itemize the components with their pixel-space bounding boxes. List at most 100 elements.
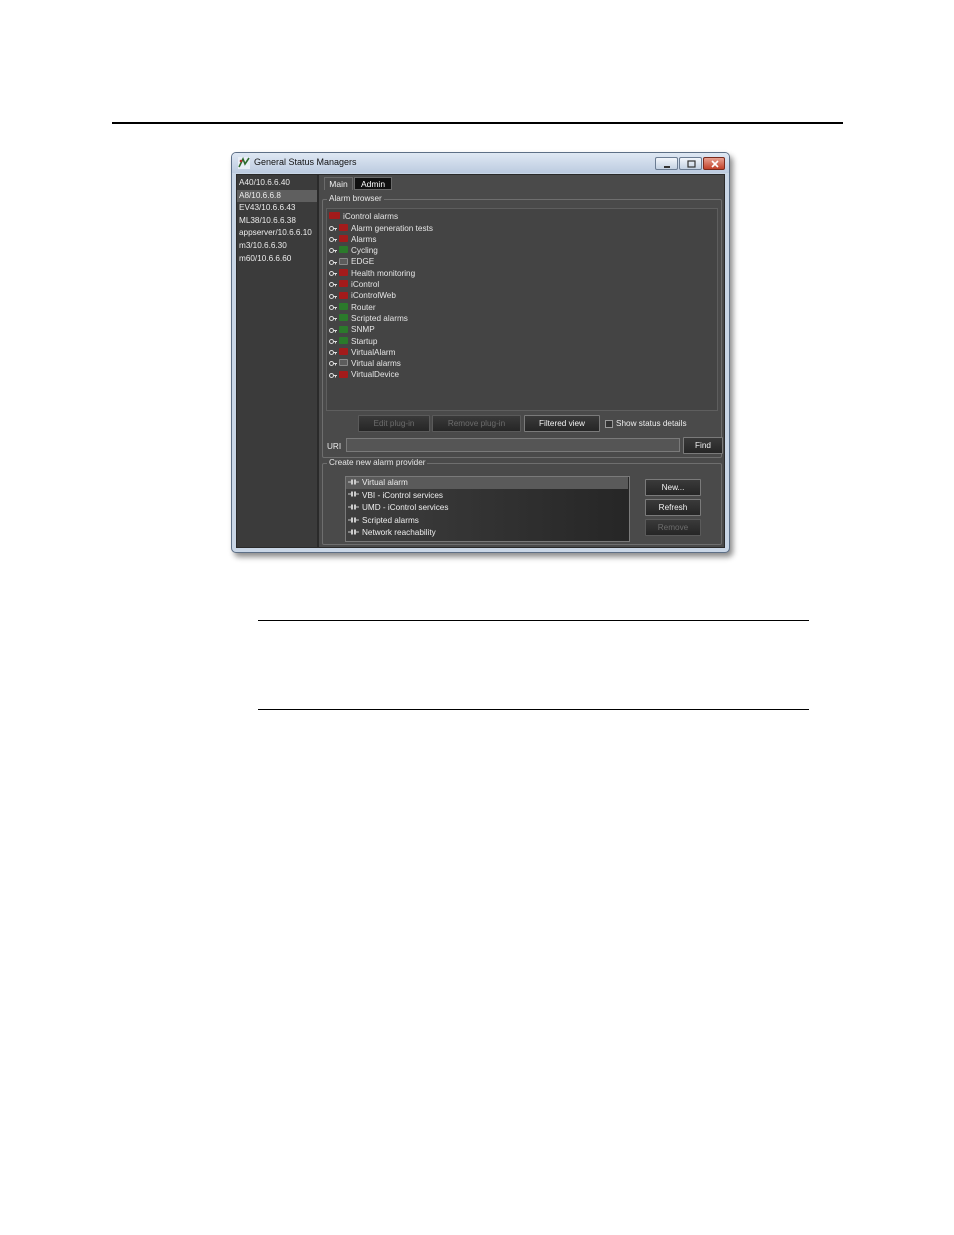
server-item[interactable]: A8/10.6.6.8 xyxy=(237,189,317,202)
show-status-details-label: Show status details xyxy=(616,419,687,428)
title-bar[interactable]: General Status Managers xyxy=(232,153,729,173)
folder-icon xyxy=(339,291,348,299)
expand-key-icon[interactable] xyxy=(329,224,337,231)
tree-node[interactable]: VirtualAlarm xyxy=(329,347,395,358)
provider-item[interactable]: Virtual alarm xyxy=(346,477,628,489)
tree-node-label: Scripted alarms xyxy=(351,313,408,323)
uri-input[interactable] xyxy=(346,438,680,452)
expand-key-icon[interactable] xyxy=(329,269,337,277)
remove-plugin-button[interactable]: Remove plug-in xyxy=(432,415,521,432)
folder-icon xyxy=(339,257,348,265)
plug-icon xyxy=(348,490,359,498)
tree-node[interactable]: SNMP xyxy=(329,324,375,335)
maximize-button[interactable] xyxy=(679,157,702,170)
folder-icon xyxy=(339,370,348,378)
tree-node-label: EDGE xyxy=(351,257,375,267)
server-item[interactable]: ML38/10.6.6.38 xyxy=(237,215,317,227)
server-item[interactable]: EV43/10.6.6.43 xyxy=(237,202,317,214)
plug-icon xyxy=(348,516,359,524)
expand-key-icon[interactable] xyxy=(329,292,337,299)
folder-icon xyxy=(339,314,348,322)
page-header-rule xyxy=(112,122,843,124)
tree-node[interactable]: iControl xyxy=(329,279,379,290)
server-item[interactable]: appserver/10.6.6.10 xyxy=(237,227,317,239)
server-item[interactable]: m3/10.6.6.30 xyxy=(237,240,317,252)
expand-key-icon[interactable] xyxy=(329,303,337,310)
tree-node[interactable]: Alarms xyxy=(329,234,376,245)
general-status-managers-window: General Status Managers A40/10.6.6.40 A8/… xyxy=(231,152,730,553)
provider-item-label: Scripted alarms xyxy=(362,515,419,525)
tree-node-label: Router xyxy=(351,302,376,312)
tree-node[interactable]: Virtual alarms xyxy=(329,358,401,369)
edit-plugin-button[interactable]: Edit plug-in xyxy=(358,415,430,432)
expand-key-icon[interactable] xyxy=(329,359,337,367)
folder-icon xyxy=(339,302,348,310)
tab-main[interactable]: Main xyxy=(324,177,353,190)
expand-key-icon[interactable] xyxy=(329,348,337,356)
tree-node-label: Cycling xyxy=(351,246,378,256)
server-list[interactable]: A40/10.6.6.40 A8/10.6.6.8 EV43/10.6.6.43 ML… xyxy=(237,175,319,547)
expand-key-icon[interactable] xyxy=(329,235,337,243)
tree-node[interactable]: Startup xyxy=(329,336,377,347)
provider-list[interactable]: Virtual alarm VBI - iControl services UMD … xyxy=(345,476,630,542)
tree-node[interactable]: Scripted alarms xyxy=(329,313,408,324)
tree-root-icontrol-alarms[interactable]: iControl alarms xyxy=(329,211,398,222)
plug-icon xyxy=(348,528,359,536)
folder-icon xyxy=(339,223,348,231)
minimize-button[interactable] xyxy=(655,157,678,170)
folder-icon xyxy=(339,280,348,288)
tree-node[interactable]: Router xyxy=(329,302,376,313)
provider-item[interactable]: UMD - iControl services xyxy=(346,502,628,514)
tree-node[interactable]: iControlWeb xyxy=(329,290,396,301)
tree-node-label: Health monitoring xyxy=(351,268,416,278)
window-title: General Status Managers xyxy=(254,157,357,167)
remove-provider-button[interactable]: Remove xyxy=(645,519,701,536)
tab-admin[interactable]: Admin xyxy=(354,177,392,190)
create-alarm-provider-label: Create new alarm provider xyxy=(327,458,428,468)
close-button[interactable] xyxy=(703,157,725,170)
minimize-icon xyxy=(664,166,670,168)
provider-item[interactable]: Network reachability xyxy=(346,527,628,539)
provider-item-label: Network reachability xyxy=(362,528,436,538)
expand-key-icon[interactable] xyxy=(329,280,337,288)
filtered-view-button[interactable]: Filtered view xyxy=(524,415,600,432)
note-top-rule xyxy=(258,620,809,621)
refresh-button[interactable]: Refresh xyxy=(645,499,701,516)
expand-key-icon[interactable] xyxy=(329,337,337,344)
tree-node[interactable]: EDGE xyxy=(329,256,374,267)
server-item[interactable]: m60/10.6.6.60 xyxy=(237,253,317,265)
tree-node-label: iControl xyxy=(351,280,380,289)
alarm-tree[interactable]: iControl alarms Alarm generation tests Al… xyxy=(326,208,718,411)
tree-node[interactable]: VirtualDevice xyxy=(329,369,399,380)
tree-node-label: VirtualDevice xyxy=(351,370,400,380)
create-alarm-provider-group: Create new alarm provider Virtual alarm V… xyxy=(322,458,722,545)
provider-item-label: UMD - iControl services xyxy=(362,503,449,513)
show-status-details-checkbox[interactable] xyxy=(605,420,613,428)
uri-label: URI xyxy=(327,442,342,451)
app-icon xyxy=(238,157,250,169)
provider-item[interactable]: VBI - iControl services xyxy=(346,490,628,502)
new-provider-button[interactable]: New... xyxy=(645,479,701,496)
tree-node[interactable]: Cycling xyxy=(329,245,378,256)
tree-node-label: Virtual alarms xyxy=(351,359,401,369)
expand-key-icon[interactable] xyxy=(329,258,337,265)
provider-item-label: Virtual alarm xyxy=(362,478,408,487)
folder-icon xyxy=(339,348,348,356)
find-button[interactable]: Find xyxy=(683,437,723,454)
note-bottom-rule xyxy=(258,709,809,710)
alarm-browser-label: Alarm browser xyxy=(327,194,384,204)
expand-key-icon[interactable] xyxy=(329,314,337,322)
expand-key-icon[interactable] xyxy=(329,246,337,254)
server-item[interactable]: A40/10.6.6.40 xyxy=(237,177,317,189)
maximize-icon xyxy=(687,160,696,168)
folder-icon xyxy=(339,246,348,254)
tree-node[interactable]: Health monitoring xyxy=(329,268,415,279)
tree-node-label: SNMP xyxy=(351,325,375,335)
tree-node[interactable]: Alarm generation tests xyxy=(329,223,433,234)
provider-item[interactable]: Scripted alarms xyxy=(346,515,628,527)
tree-node-label: iControlWeb xyxy=(351,291,396,301)
tree-root-label: iControl alarms xyxy=(343,212,399,221)
expand-key-icon[interactable] xyxy=(329,371,337,378)
window-client-area: A40/10.6.6.40 A8/10.6.6.8 EV43/10.6.6.43 ML… xyxy=(236,174,725,548)
expand-key-icon[interactable] xyxy=(329,326,337,333)
